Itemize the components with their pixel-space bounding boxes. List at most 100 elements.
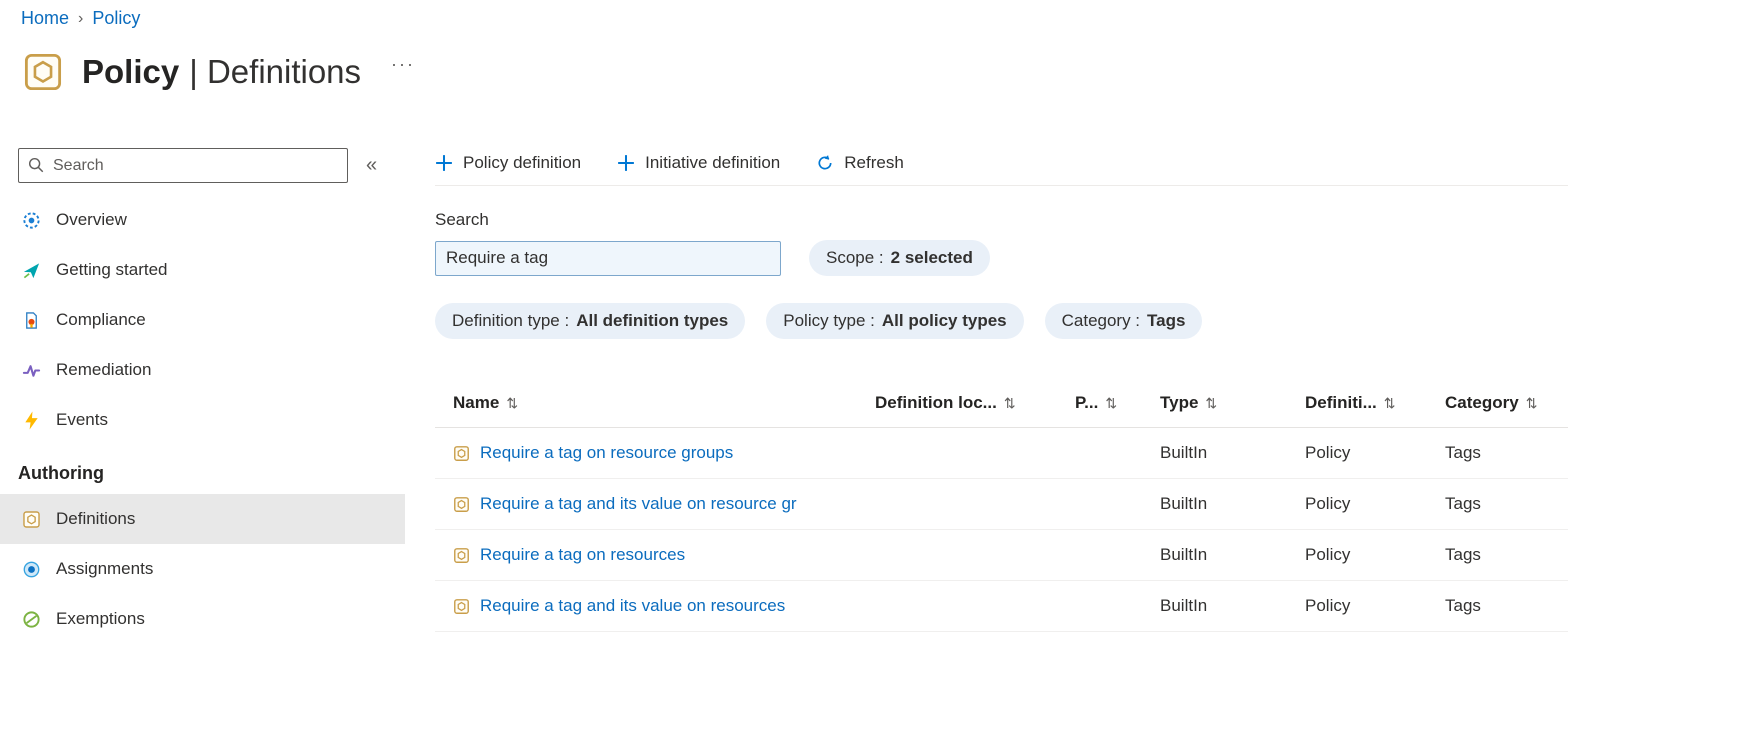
- remediation-icon: [22, 361, 41, 380]
- policy-definition-icon: [453, 598, 470, 615]
- cell-definition-type: Policy: [1305, 478, 1445, 530]
- command-bar: Policy definition Initiative definition …: [435, 140, 1568, 186]
- policy-definition-icon: [453, 496, 470, 513]
- events-icon: [22, 410, 41, 430]
- sidebar-item-getting-started[interactable]: Getting started: [0, 245, 405, 295]
- page-title: Policy | Definitions: [82, 53, 361, 91]
- cell-type: BuiltIn: [1160, 529, 1305, 581]
- main-content: Policy definition Initiative definition …: [435, 140, 1568, 632]
- breadcrumb-home-link[interactable]: Home: [21, 8, 69, 29]
- breadcrumb-separator-icon: ›: [78, 9, 84, 27]
- cell-policies: [1075, 580, 1160, 632]
- definitions-search-input[interactable]: [435, 240, 781, 276]
- definition-link[interactable]: Require a tag on resource groups: [480, 443, 733, 463]
- definitions-table: Name ⇅ Definition loc... ⇅ P... ⇅ Type ⇅ Def…: [435, 385, 1568, 632]
- cell-definition-location: [875, 478, 1075, 530]
- table-row: Require a tag on resource groups BuiltIn…: [435, 427, 1568, 479]
- sidebar: « Overview Getting started: [0, 140, 405, 644]
- table-header-row: Name ⇅ Definition loc... ⇅ P... ⇅ Type ⇅ Def…: [435, 385, 1568, 428]
- sidebar-section-authoring: Authoring: [18, 463, 104, 483]
- sort-icon: ⇅: [1105, 395, 1118, 411]
- sidebar-item-remediation[interactable]: Remediation: [0, 345, 405, 395]
- column-label: Name: [453, 393, 500, 412]
- sort-icon: ⇅: [1525, 395, 1538, 411]
- definition-link[interactable]: Require a tag on resources: [480, 545, 685, 565]
- getting-started-icon: [22, 261, 41, 280]
- assignments-icon: [22, 560, 41, 579]
- sidebar-item-overview[interactable]: Overview: [0, 195, 405, 245]
- sort-icon: ⇅: [1383, 395, 1396, 411]
- sidebar-item-events[interactable]: Events: [0, 395, 405, 445]
- sidebar-item-definitions[interactable]: Definitions: [0, 494, 405, 544]
- column-header-name[interactable]: Name ⇅: [435, 385, 875, 428]
- definition-link[interactable]: Require a tag and its value on resources: [480, 596, 785, 616]
- pill-value: All policy types: [881, 311, 1007, 330]
- sidebar-search: [18, 148, 348, 183]
- sidebar-item-exemptions[interactable]: Exemptions: [0, 594, 405, 644]
- cell-definition-type: Policy: [1305, 580, 1445, 632]
- sidebar-item-label: Assignments: [56, 559, 154, 578]
- plus-icon: [617, 154, 635, 172]
- refresh-icon: [816, 154, 834, 172]
- sidebar-item-label: Compliance: [56, 310, 146, 329]
- column-header-category[interactable]: Category ⇅: [1445, 385, 1568, 428]
- policy-definition-label: Policy definition: [463, 152, 582, 172]
- search-label: Search: [435, 210, 489, 229]
- exemptions-icon: [22, 610, 41, 629]
- sort-icon: ⇅: [1205, 395, 1218, 411]
- filter-pill-scope[interactable]: Scope : 2 selected: [809, 240, 990, 276]
- policy-icon: [22, 50, 64, 94]
- collapse-sidebar-button[interactable]: «: [366, 154, 377, 177]
- sidebar-item-label: Events: [56, 410, 108, 429]
- page-header: Policy | Definitions ···: [22, 50, 415, 94]
- pill-value: 2 selected: [890, 248, 973, 267]
- pill-label: Scope :: [826, 248, 884, 267]
- cell-category: Tags: [1445, 580, 1568, 632]
- refresh-button[interactable]: Refresh: [816, 153, 904, 173]
- sort-icon: ⇅: [1003, 395, 1016, 411]
- column-header-type[interactable]: Type ⇅: [1160, 385, 1305, 428]
- sidebar-item-compliance[interactable]: Compliance: [0, 295, 405, 345]
- cell-policies: [1075, 427, 1160, 479]
- column-label: Type: [1160, 393, 1199, 412]
- column-header-policies[interactable]: P... ⇅: [1075, 385, 1160, 428]
- column-label: Definition loc...: [875, 393, 997, 412]
- sidebar-nav: Overview Getting started Compliance Reme…: [0, 195, 405, 644]
- sidebar-item-label: Overview: [56, 210, 127, 229]
- pill-label: Category :: [1061, 311, 1141, 330]
- policy-definition-icon: [453, 547, 470, 564]
- cell-type: BuiltIn: [1160, 580, 1305, 632]
- filter-pill-definition-type[interactable]: Definition type : All definition types: [435, 303, 746, 339]
- column-label: Definiti...: [1305, 393, 1377, 412]
- cell-type: BuiltIn: [1160, 478, 1305, 530]
- table-row: Require a tag and its value on resource …: [435, 478, 1568, 530]
- filter-pill-policy-type[interactable]: Policy type : All policy types: [766, 303, 1024, 339]
- cell-definition-location: [875, 529, 1075, 581]
- refresh-label: Refresh: [844, 152, 904, 172]
- initiative-definition-label: Initiative definition: [645, 152, 781, 172]
- breadcrumb-policy-link[interactable]: Policy: [92, 8, 140, 29]
- sidebar-item-label: Getting started: [56, 260, 168, 279]
- column-label: Category: [1445, 393, 1519, 412]
- initiative-definition-button[interactable]: Initiative definition: [617, 153, 780, 173]
- compliance-icon: [22, 311, 41, 330]
- definitions-search: [435, 240, 781, 276]
- definition-link[interactable]: Require a tag and its value on resource …: [480, 494, 797, 514]
- column-header-definition-location[interactable]: Definition loc... ⇅: [875, 385, 1075, 428]
- column-label: P...: [1075, 393, 1099, 412]
- sidebar-item-label: Definitions: [56, 509, 136, 528]
- filter-pill-category[interactable]: Category : Tags: [1044, 303, 1203, 339]
- page-title-primary: Policy: [82, 53, 180, 90]
- more-options-button[interactable]: ···: [391, 54, 415, 75]
- cell-definition-type: Policy: [1305, 427, 1445, 479]
- overview-icon: [22, 211, 41, 230]
- cell-definition-location: [875, 580, 1075, 632]
- cell-category: Tags: [1445, 427, 1568, 479]
- cell-category: Tags: [1445, 529, 1568, 581]
- column-header-definition-type[interactable]: Definiti... ⇅: [1305, 385, 1445, 428]
- cell-definition-type: Policy: [1305, 529, 1445, 581]
- policy-definition-button[interactable]: Policy definition: [435, 153, 581, 173]
- sidebar-item-assignments[interactable]: Assignments: [0, 544, 405, 594]
- table-row: Require a tag on resources BuiltIn Polic…: [435, 529, 1568, 581]
- sidebar-search-input[interactable]: [18, 148, 348, 183]
